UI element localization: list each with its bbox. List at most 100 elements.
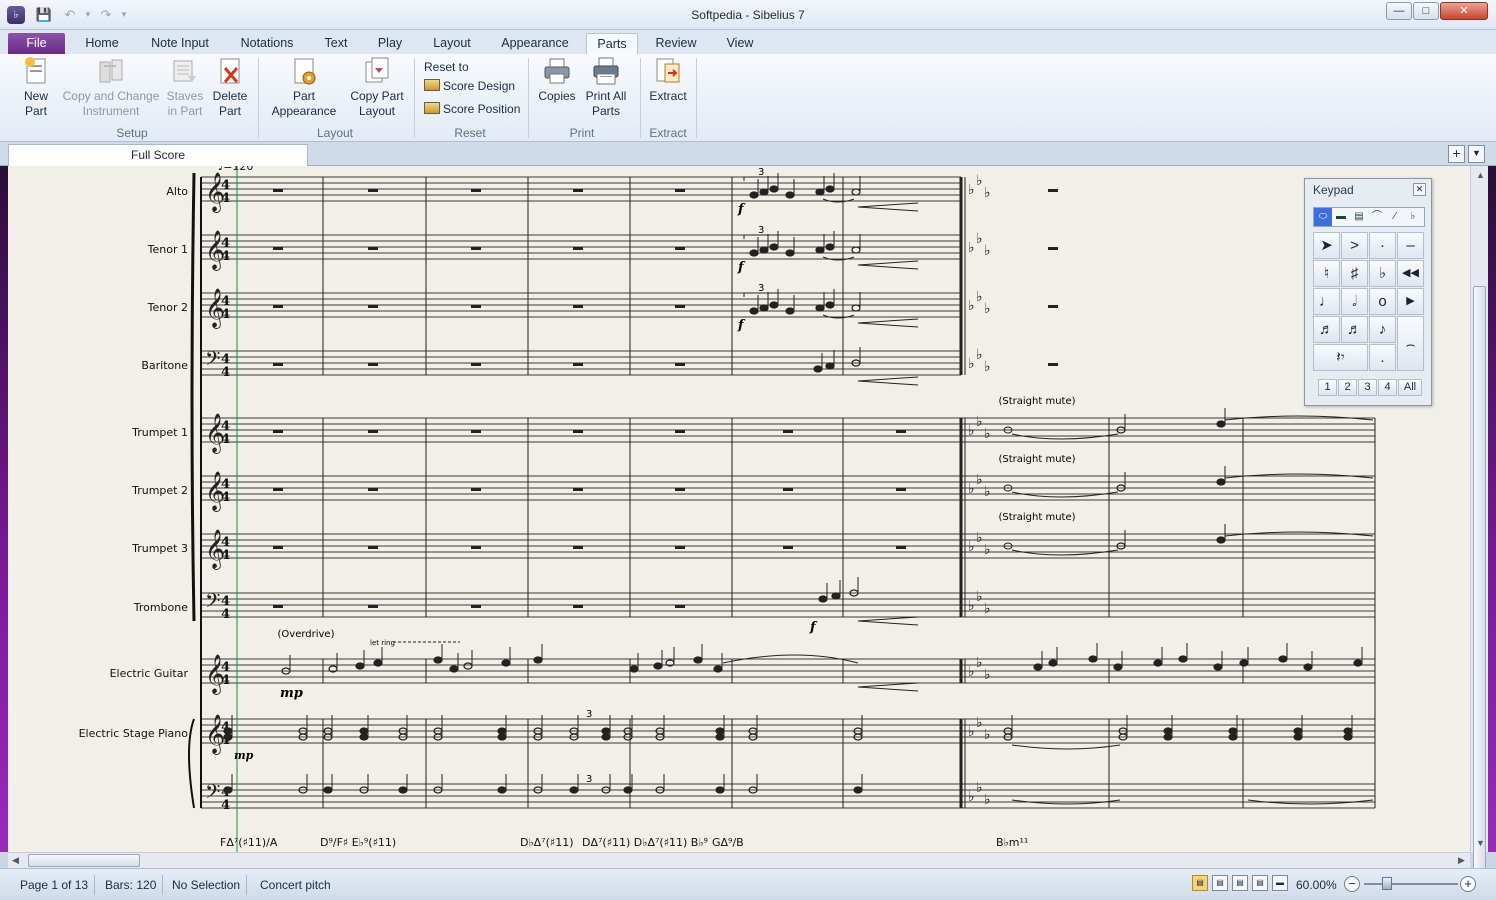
staff-trumpet-1-key-flat-icon: ♭ [976,414,983,430]
keypad-half-note-icon[interactable]: 𝅗𝅥 [1341,288,1368,315]
view-panorama-icon[interactable]: ▬ [1272,875,1288,891]
view-horizontal-icon[interactable]: ▤ [1232,875,1248,891]
keypad-sharp-icon[interactable]: ♯ [1341,260,1368,287]
staff-7-whole-rest-icon [273,605,283,608]
extract-button[interactable]: Extract [644,56,692,104]
tab-play[interactable]: Play [370,33,410,54]
keypad-accidentals-tab[interactable]: ♭ [1404,208,1422,226]
score-position-button[interactable]: Score Position [424,101,520,117]
keypad-tenuto-icon[interactable]: – [1397,232,1424,259]
staff-piano-bass-key-flat-icon: ♭ [968,789,975,805]
keypad-staccato-icon[interactable]: · [1369,232,1396,259]
staff-2-whole-rest-icon [471,305,481,308]
tab-text[interactable]: Text [316,33,356,54]
horizontal-scroll-thumb[interactable] [28,854,140,867]
view-single-page-icon[interactable]: ▤ [1192,875,1208,891]
vertical-scroll-thumb[interactable] [1473,286,1486,876]
score-view[interactable]: ♩=120 𝄞 4 4 ♭ ♭ ♭ Alto 𝄞 4 4 ♭ ♭ ♭ Tenor 1 𝄞 4 4 ♭ ♭ ♭ Tenor … [8,166,1470,852]
part-list-dropdown-button[interactable]: ▼ [1468,145,1485,163]
keypad-8th-note-icon[interactable]: ♪ [1369,316,1396,343]
ribbon-tabs: File Home Note Input Notations Text Play… [0,30,1496,82]
keypad-select-icon[interactable]: ➤ [1313,232,1340,259]
staff-4-whole-rest-icon [573,430,583,433]
staff-3-whole-rest-icon [1048,363,1058,366]
staves-in-part-button[interactable]: Staves in Part [162,56,208,119]
tab-layout[interactable]: Layout [424,33,480,54]
keypad-natural-icon[interactable]: ♮ [1313,260,1340,287]
horizontal-scrollbar[interactable]: ◀ ▶ [8,852,1470,868]
keypad-dot-icon[interactable]: . [1369,344,1396,371]
staff-electric-guitar-key-flat-icon: ♭ [968,664,975,680]
copies-button[interactable]: Copies [534,56,580,104]
staff-0-whole-rest-icon [573,189,583,192]
keypad-layer-3[interactable]: 3 [1358,379,1377,396]
keypad-more-notes-tab[interactable]: ▬ [1332,208,1350,226]
zoom-in-button[interactable]: + [1460,876,1476,892]
zoom-slider[interactable] [1364,883,1458,885]
keypad-play-icon[interactable]: ▶ [1397,288,1424,315]
maximize-button[interactable]: □ [1413,2,1439,20]
zoom-slider-thumb[interactable] [1382,877,1392,890]
tab-review[interactable]: Review [648,33,704,54]
scroll-left-icon[interactable]: ◀ [12,855,19,866]
tab-note-input[interactable]: Note Input [140,33,220,54]
keypad-articulations-tab[interactable]: ⌒ [1368,208,1386,226]
minimize-button[interactable]: — [1386,2,1412,20]
new-part-button[interactable]: New Part [10,56,62,119]
keypad-rest-icon[interactable]: 𝄽𝄾 [1313,344,1368,371]
sax-half-note [851,304,861,312]
view-spreads-icon[interactable]: ▤ [1212,875,1228,891]
tab-home[interactable]: Home [74,33,130,54]
keypad-layer-all[interactable]: All [1398,379,1422,396]
tab-file[interactable]: File [8,33,65,54]
keypad-flat-icon[interactable]: ♭ [1369,260,1396,287]
print-all-parts-button[interactable]: Print All Parts [582,56,630,119]
delete-part-button[interactable]: Delete Part [208,56,252,119]
staff-trumpet-2-key-flat-icon: ♭ [976,472,983,488]
piano-chord-note [1293,733,1303,741]
tab-view[interactable]: View [716,33,764,54]
keypad-16th-note-icon[interactable]: ♬ [1341,316,1368,343]
keypad-32nd-note-icon[interactable]: ♬ [1313,316,1340,343]
add-part-tab-button[interactable]: + [1448,145,1465,163]
staff-3-whole-rest-icon [273,363,283,366]
keypad-layer-4[interactable]: 4 [1378,379,1397,396]
triplet-number: 3 [758,283,764,294]
tab-appearance[interactable]: Appearance [494,33,576,54]
instrument-name-8: Electric Guitar [110,667,189,680]
tab-full-score[interactable]: Full Score [8,144,308,166]
score-design-button[interactable]: Score Design [424,78,515,94]
keypad-rewind-icon[interactable]: ◀◀ [1397,260,1424,287]
keypad-jazz-tab[interactable]: ⁄ [1386,208,1404,226]
keypad-beams-tab[interactable]: ▤ [1350,208,1368,226]
view-vertical-icon[interactable]: ▤ [1252,875,1268,891]
copy-change-instrument-button[interactable]: Copy and Change Instrument [62,56,160,119]
staff-6-whole-rest-icon [573,546,583,549]
overdrive-text: (Overdrive) [278,629,335,640]
guitar-note [355,662,365,670]
guitar-note [1178,655,1188,663]
score-notation[interactable]: ♩=120𝄞44♭♭♭Alto𝄞44♭♭♭Tenor 1𝄞44♭♭♭Tenor … [8,166,1470,852]
keypad-common-notes-tab[interactable]: ⬭ [1314,208,1332,226]
tab-notations[interactable]: Notations [230,33,304,54]
keypad-close-button[interactable]: ✕ [1413,183,1426,196]
close-button[interactable]: ✕ [1440,2,1488,20]
vertical-scrollbar[interactable]: ▲ ▼ [1470,166,1488,876]
tab-parts[interactable]: Parts [586,33,638,54]
keypad-accent-icon[interactable]: > [1341,232,1368,259]
scroll-up-icon[interactable]: ▲ [1476,170,1485,180]
keypad-layer-2[interactable]: 2 [1338,379,1357,396]
status-pitch[interactable]: Concert pitch [254,875,337,895]
keypad-whole-note-icon[interactable]: o [1369,288,1396,315]
zoom-out-button[interactable]: − [1344,876,1360,892]
keypad-layer-1[interactable]: 1 [1318,379,1337,396]
scroll-right-icon[interactable]: ▶ [1458,855,1465,866]
keypad-tie-icon[interactable]: ⌢ [1397,316,1424,371]
staff-electric-stage-piano-key-flat-icon: ♭ [968,724,975,740]
guitar-note [373,659,383,667]
part-appearance-button[interactable]: Part Appearance [264,56,344,119]
keypad-quarter-note-icon[interactable]: ♩ [1313,288,1340,315]
scroll-down-icon[interactable]: ▼ [1476,838,1485,848]
print-all-icon [593,57,619,85]
copy-part-layout-button[interactable]: Copy Part Layout [346,56,408,119]
